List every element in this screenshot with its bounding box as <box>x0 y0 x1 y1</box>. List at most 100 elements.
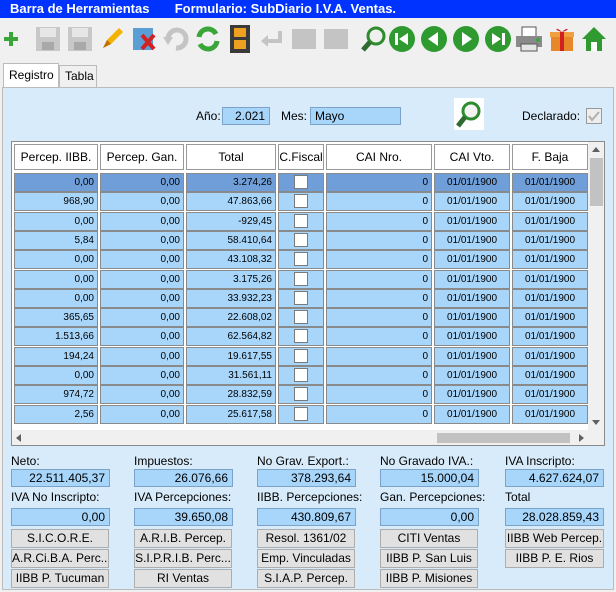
cell-cai-nro[interactable]: 0 <box>326 192 432 212</box>
cell-cai-vto[interactable]: 01/01/1900 <box>434 385 510 405</box>
cell-cai-nro[interactable]: 0 <box>326 404 432 424</box>
save-disabled-icon[interactable] <box>66 23 94 55</box>
cell-cai-vto[interactable]: 01/01/1900 <box>434 269 510 289</box>
cell-c-fiscal[interactable] <box>278 230 324 250</box>
cell-percep-iibb[interactable]: 194,24 <box>14 346 98 366</box>
cell-cai-nro[interactable]: 0 <box>326 250 432 270</box>
cell-cai-nro[interactable]: 0 <box>326 346 432 366</box>
cell-percep-gan[interactable]: 0,00 <box>100 230 184 250</box>
cell-f-baja[interactable]: 01/01/1900 <box>512 230 588 250</box>
cell-percep-gan[interactable]: 0,00 <box>100 404 184 424</box>
cell-percep-iibb[interactable]: 5,84 <box>14 230 98 250</box>
vertical-scroll-thumb[interactable] <box>590 158 603 206</box>
cell-cai-nro[interactable]: 0 <box>326 211 432 231</box>
save-disabled-icon[interactable] <box>34 23 62 55</box>
iibb-misiones-button[interactable]: IIBB P. Misiones <box>380 569 478 588</box>
film-icon[interactable] <box>226 23 254 55</box>
refresh-icon[interactable] <box>194 23 222 55</box>
cell-percep-iibb[interactable]: 1.513,66 <box>14 327 98 347</box>
cell-percep-gan[interactable]: 0,00 <box>100 250 184 270</box>
cell-f-baja[interactable]: 01/01/1900 <box>512 288 588 308</box>
cell-percep-gan[interactable]: 0,00 <box>100 192 184 212</box>
cell-total[interactable]: 58.410,64 <box>186 230 276 250</box>
cell-f-baja[interactable]: 01/01/1900 <box>512 346 588 366</box>
cell-total[interactable]: 3.274,26 <box>186 173 276 192</box>
cell-c-fiscal[interactable] <box>278 385 324 405</box>
cell-total[interactable]: 62.564,82 <box>186 327 276 347</box>
home-icon[interactable] <box>580 23 608 55</box>
cell-percep-gan[interactable]: 0,00 <box>100 269 184 289</box>
c-fiscal-checkbox[interactable] <box>294 329 308 344</box>
iva-percepciones-field[interactable]: 39.650,08 <box>134 508 233 526</box>
iibb-web-percep-button[interactable]: IIBB Web Percep. <box>505 529 604 548</box>
cell-percep-gan[interactable]: 0,00 <box>100 346 184 366</box>
cell-cai-vto[interactable]: 01/01/1900 <box>434 366 510 385</box>
cell-f-baja[interactable]: 01/01/1900 <box>512 404 588 424</box>
cell-total[interactable]: 28.832,59 <box>186 385 276 405</box>
cell-cai-nro[interactable]: 0 <box>326 288 432 308</box>
scroll-right-icon[interactable] <box>574 430 588 446</box>
cell-cai-nro[interactable]: 0 <box>326 308 432 328</box>
emp-vinculadas-button[interactable]: Emp. Vinculadas <box>257 549 355 568</box>
c-fiscal-checkbox[interactable] <box>294 194 308 209</box>
cell-percep-iibb[interactable]: 0,00 <box>14 250 98 270</box>
cell-percep-iibb[interactable]: 0,00 <box>14 366 98 385</box>
cell-cai-nro[interactable]: 0 <box>326 327 432 347</box>
c-fiscal-checkbox[interactable] <box>294 310 308 325</box>
cell-total[interactable]: 31.561,11 <box>186 366 276 385</box>
undo-disabled-icon[interactable] <box>162 23 190 55</box>
previous-icon[interactable] <box>420 23 448 55</box>
cell-f-baja[interactable]: 01/01/1900 <box>512 250 588 270</box>
cell-percep-gan[interactable]: 0,00 <box>100 211 184 231</box>
cell-f-baja[interactable]: 01/01/1900 <box>512 385 588 405</box>
search-icon[interactable] <box>360 23 388 55</box>
cell-c-fiscal[interactable] <box>278 366 324 385</box>
cell-c-fiscal[interactable] <box>278 346 324 366</box>
cell-c-fiscal[interactable] <box>278 269 324 289</box>
col-header-cai-vto[interactable]: CAI Vto. <box>434 144 510 170</box>
cell-f-baja[interactable]: 01/01/1900 <box>512 308 588 328</box>
cell-cai-vto[interactable]: 01/01/1900 <box>434 173 510 192</box>
cell-percep-iibb[interactable]: 0,00 <box>14 173 98 192</box>
cell-total[interactable]: 25.617,58 <box>186 404 276 424</box>
cell-percep-gan[interactable]: 0,00 <box>100 366 184 385</box>
neto-field[interactable]: 22.511.405,37 <box>11 469 110 487</box>
cell-cai-nro[interactable]: 0 <box>326 269 432 289</box>
cell-cai-vto[interactable]: 01/01/1900 <box>434 250 510 270</box>
edit-icon[interactable] <box>98 23 126 55</box>
no-gravado-iva-field[interactable]: 15.000,04 <box>380 469 479 487</box>
cell-c-fiscal[interactable] <box>278 211 324 231</box>
cell-percep-gan[interactable]: 0,00 <box>100 288 184 308</box>
cell-total[interactable]: 22.608,02 <box>186 308 276 328</box>
tab-tabla[interactable]: Tabla <box>59 65 97 87</box>
col-header-total[interactable]: Total <box>186 144 276 170</box>
tab-registro[interactable]: Registro <box>3 63 59 87</box>
cell-c-fiscal[interactable] <box>278 308 324 328</box>
c-fiscal-checkbox[interactable] <box>294 387 308 402</box>
cell-c-fiscal[interactable] <box>278 327 324 347</box>
cell-percep-iibb[interactable]: 2,56 <box>14 404 98 424</box>
col-header-f-baja[interactable]: F. Baja <box>512 144 588 170</box>
iibb-tucuman-button[interactable]: IIBB P. Tucuman <box>11 569 109 588</box>
cell-cai-vto[interactable]: 01/01/1900 <box>434 346 510 366</box>
cell-percep-iibb[interactable]: 968,90 <box>14 192 98 212</box>
scroll-up-icon[interactable] <box>588 142 605 156</box>
cell-cai-nro[interactable]: 0 <box>326 385 432 405</box>
cell-total[interactable]: -929,45 <box>186 211 276 231</box>
cell-total[interactable]: 33.932,23 <box>186 288 276 308</box>
iva-inscripto-field[interactable]: 4.627.624,07 <box>505 469 604 487</box>
col-header-percep-gan[interactable]: Percep. Gan. <box>100 144 184 170</box>
first-icon[interactable] <box>388 23 416 55</box>
next-icon[interactable] <box>452 23 480 55</box>
delete-icon[interactable] <box>130 23 158 55</box>
last-icon[interactable] <box>484 23 512 55</box>
cell-total[interactable]: 47.863,66 <box>186 192 276 212</box>
cell-percep-iibb[interactable]: 0,00 <box>14 288 98 308</box>
cell-f-baja[interactable]: 01/01/1900 <box>512 366 588 385</box>
siprib-percep-button[interactable]: S.I.P.R.I.B. Perc... <box>134 549 232 568</box>
c-fiscal-checkbox[interactable] <box>294 271 308 286</box>
c-fiscal-checkbox[interactable] <box>294 175 308 189</box>
cell-percep-iibb[interactable]: 0,00 <box>14 211 98 231</box>
cell-cai-vto[interactable]: 01/01/1900 <box>434 211 510 231</box>
horizontal-scroll-thumb[interactable] <box>437 433 570 443</box>
